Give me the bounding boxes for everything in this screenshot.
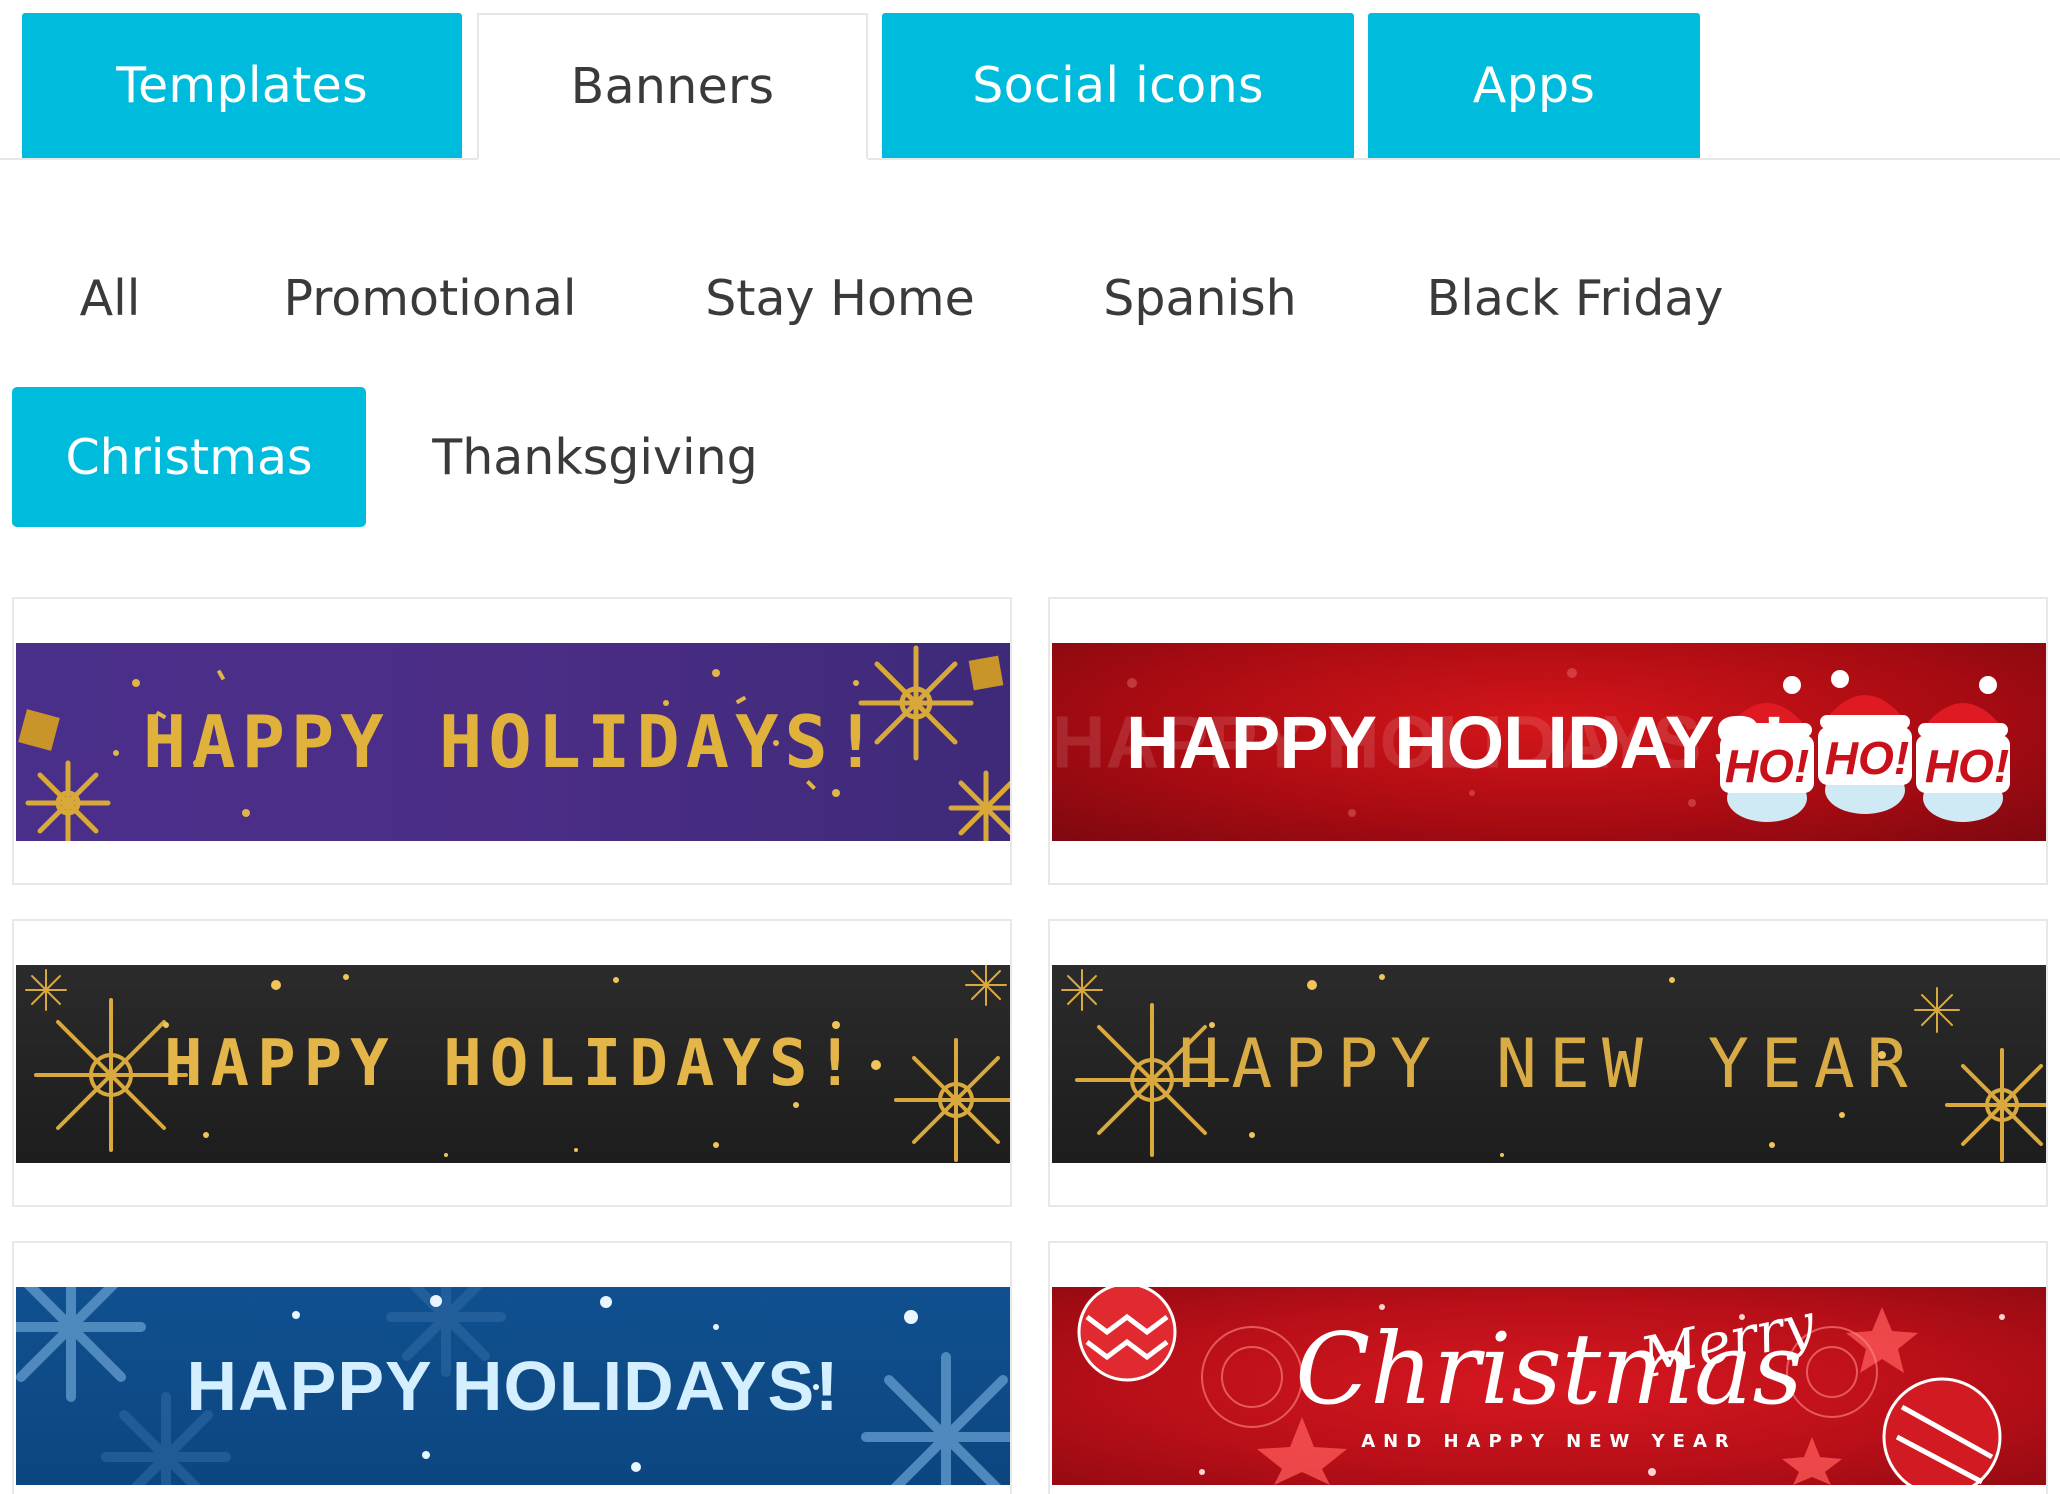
tab-apps[interactable]: Apps xyxy=(1368,13,1700,158)
filter-promotional[interactable]: Promotional xyxy=(280,228,580,368)
tab-banners[interactable]: Banners xyxy=(477,13,868,160)
banner-card[interactable]: HAPPY HOLIDAYS! xyxy=(12,1241,1012,1494)
filter-stay-home[interactable]: Stay Home xyxy=(700,228,980,368)
banner-card[interactable]: HAPPY HOLIDAYS! xyxy=(12,597,1012,885)
banner-card[interactable]: HAPPY NEW YEAR xyxy=(1048,919,2048,1207)
banner-image: HAPPY HOLIDAYS! xyxy=(16,965,1010,1163)
filter-thanksgiving[interactable]: Thanksgiving xyxy=(432,387,757,527)
banner-image: HAPPY HOLIDAYS HAPPY HOLIDAYS! HO! HO! H… xyxy=(1052,643,2046,841)
banner-card[interactable]: HAPPY HOLIDAYS HAPPY HOLIDAYS! HO! HO! H… xyxy=(1048,597,2048,885)
banner-image: Merry Christmas AND HAPPY NEW YEAR xyxy=(1052,1287,2046,1485)
top-tabs: Templates Banners Social icons Apps xyxy=(0,0,2060,160)
tab-social-icons[interactable]: Social icons xyxy=(882,13,1354,158)
banner-image: HAPPY HOLIDAYS! xyxy=(16,643,1010,841)
banner-card[interactable]: Merry Christmas AND HAPPY NEW YEAR xyxy=(1048,1241,2048,1494)
ho-label: HO! xyxy=(1824,732,1910,784)
banner-text: Christmas xyxy=(1295,1312,1803,1427)
banner-image: HAPPY NEW YEAR xyxy=(1052,965,2046,1163)
tab-templates[interactable]: Templates xyxy=(22,13,462,158)
filter-christmas[interactable]: Christmas xyxy=(12,387,366,527)
banner-text: HAPPY HOLIDAYS! xyxy=(1126,700,1786,784)
banner-text: HAPPY HOLIDAYS! xyxy=(164,1027,862,1101)
banner-text: HAPPY NEW YEAR xyxy=(1178,1024,1920,1104)
banner-image: HAPPY HOLIDAYS! xyxy=(16,1287,1010,1485)
banner-card[interactable]: HAPPY HOLIDAYS! xyxy=(12,919,1012,1207)
ho-label: HO! xyxy=(1924,740,2010,792)
banner-text: HAPPY HOLIDAYS! xyxy=(142,700,884,784)
filter-black-friday[interactable]: Black Friday xyxy=(1420,228,1730,368)
banner-text: HAPPY HOLIDAYS! xyxy=(186,1347,840,1425)
banner-subtext: AND HAPPY NEW YEAR xyxy=(1361,1430,1737,1452)
filter-spanish[interactable]: Spanish xyxy=(1100,228,1300,368)
ho-label: HO! xyxy=(1724,740,1810,792)
filter-all[interactable]: All xyxy=(60,228,160,368)
ho-ho-ho-badge: HO! HO! HO! xyxy=(1720,732,2014,793)
